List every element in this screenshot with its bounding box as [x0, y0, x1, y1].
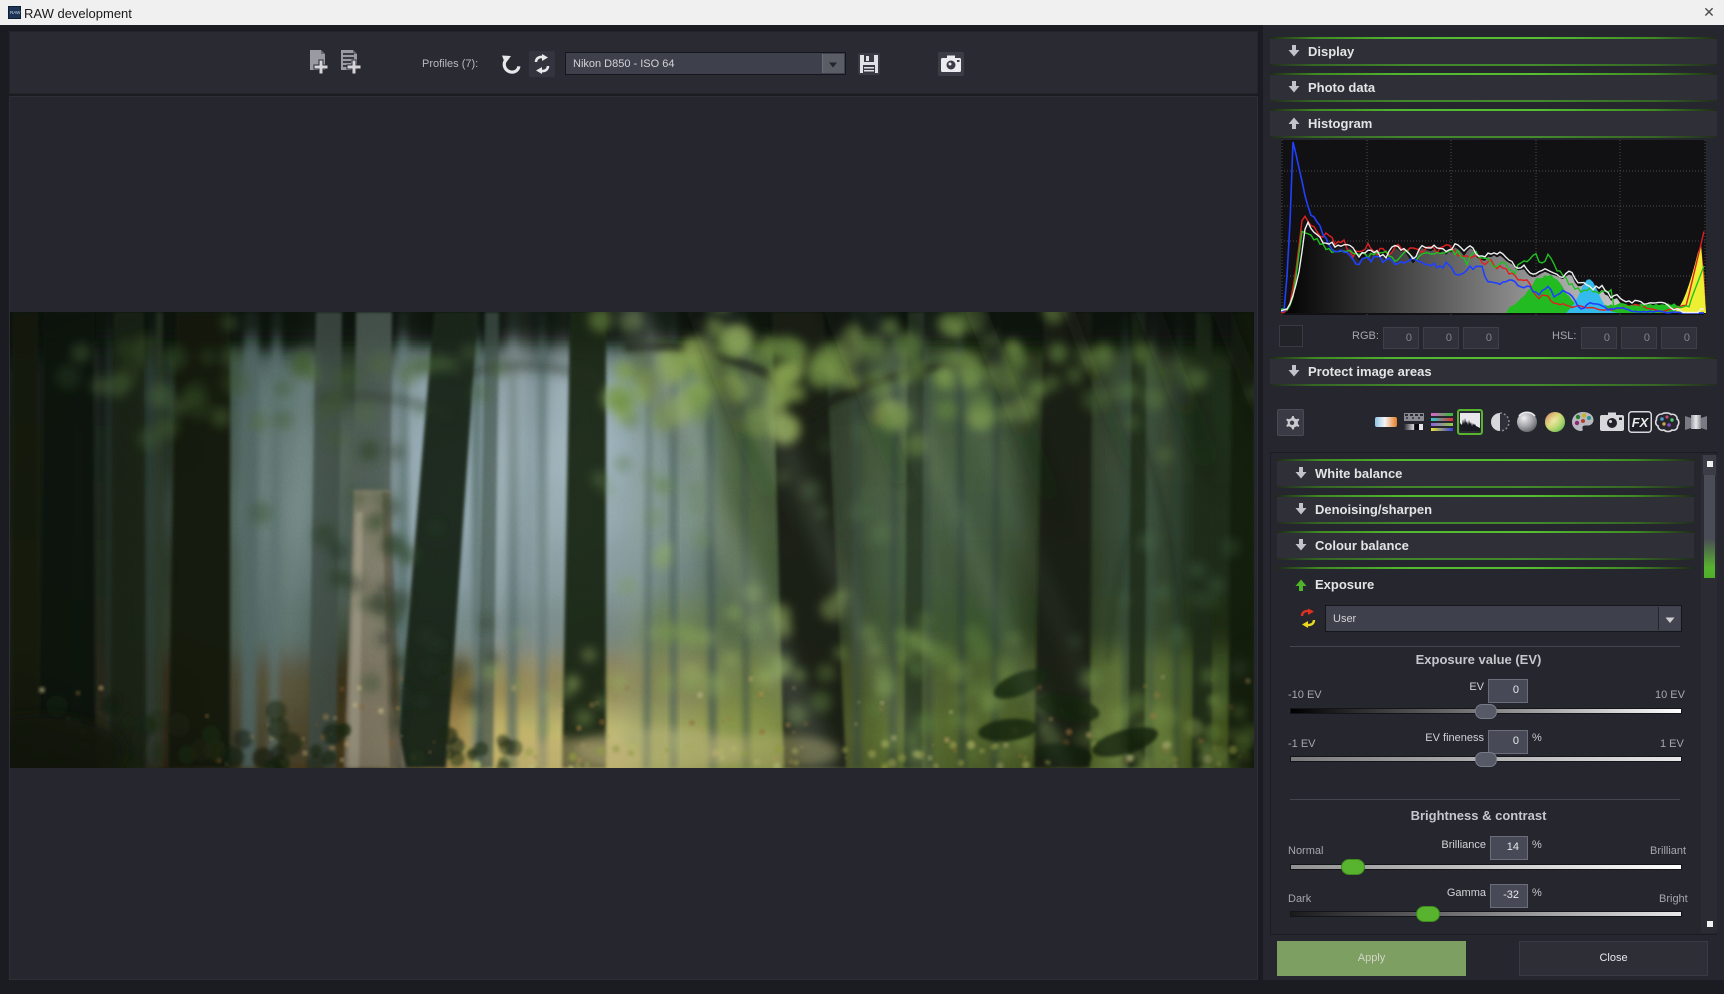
- svg-text:FX: FX: [1632, 415, 1650, 430]
